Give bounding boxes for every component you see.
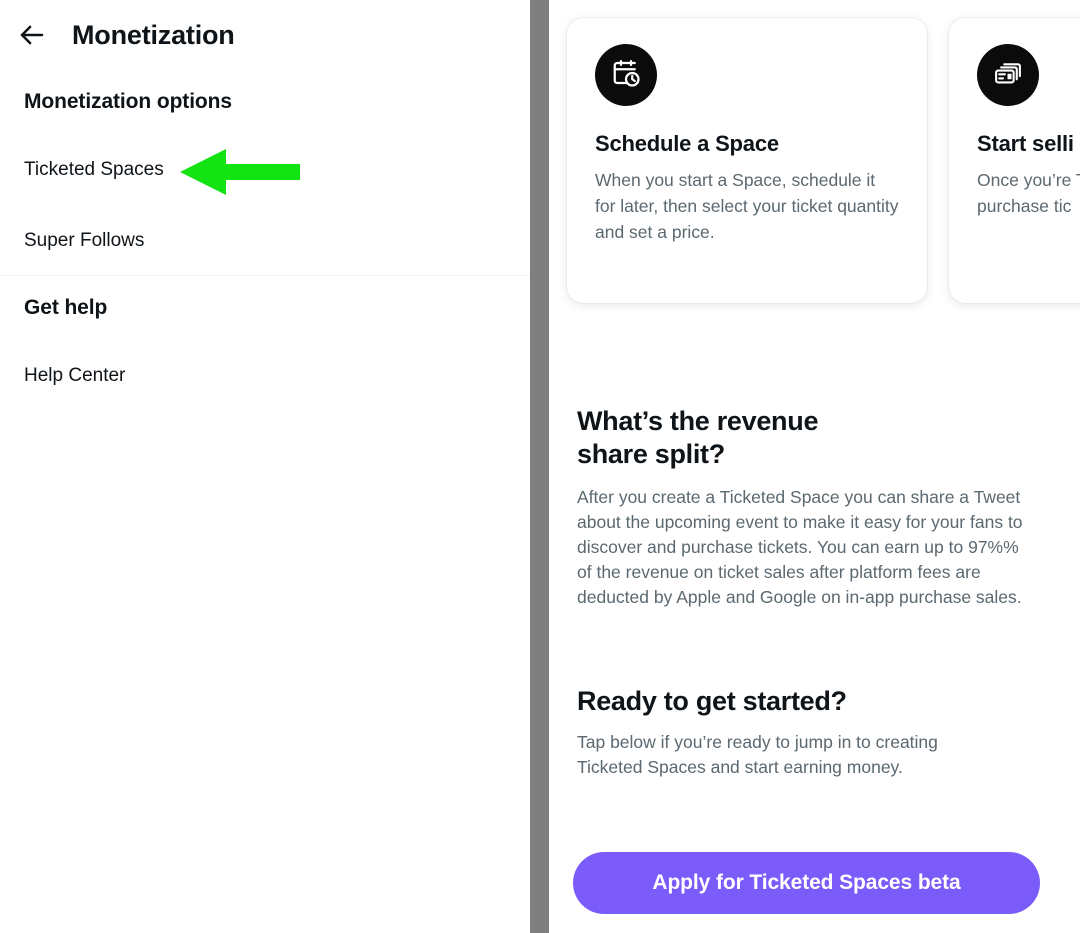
ticket-cards-icon-circle <box>977 44 1039 106</box>
ready-to-start-title: Ready to get started? <box>577 686 847 716</box>
panel-separator-strip <box>530 0 549 933</box>
revenue-share-section: What’s the revenue share split? After yo… <box>577 405 1047 610</box>
calendar-clock-icon <box>611 58 641 93</box>
info-card-body: Once you’re Ticketed Sp all of your fo p… <box>977 170 1080 216</box>
sidebar-header: Monetization <box>0 10 530 60</box>
monetization-sidebar: Monetization Monetization options Ticket… <box>0 0 530 933</box>
sidebar-item-help-center[interactable]: Help Center <box>24 365 125 387</box>
section-heading-get-help: Get help <box>24 296 108 319</box>
arrow-left-icon <box>17 20 47 50</box>
calendar-clock-icon-circle <box>595 44 657 106</box>
back-button[interactable] <box>8 11 56 59</box>
sidebar-item-super-follows[interactable]: Super Follows <box>24 230 144 252</box>
info-card-start-selling[interactable]: Start selli Once you’re Ticketed Sp all … <box>949 18 1080 303</box>
ready-to-start-section: Ready to get started? Tap below if you’r… <box>577 685 1047 780</box>
info-card-body: When you start a Space, schedule it for … <box>595 170 899 242</box>
arrow-left-annotation-icon <box>180 148 300 196</box>
revenue-share-text: After you create a Ticketed Space you ca… <box>577 487 1023 607</box>
section-heading-monetization-options: Monetization options <box>24 90 232 113</box>
apply-for-ticketed-spaces-beta-button[interactable]: Apply for Ticketed Spaces beta <box>573 852 1040 914</box>
info-card-title: Start selli <box>977 131 1074 156</box>
info-card-schedule-a-space[interactable]: Schedule a Space When you start a Space,… <box>567 18 927 303</box>
info-cards-row: Schedule a Space When you start a Space,… <box>567 18 1080 303</box>
ticketed-spaces-detail-panel: Schedule a Space When you start a Space,… <box>549 0 1080 933</box>
page-title: Monetization <box>72 19 235 50</box>
sidebar-item-ticketed-spaces[interactable]: Ticketed Spaces <box>24 159 164 181</box>
ticket-cards-icon <box>993 58 1023 93</box>
ready-to-start-text: Tap below if you’re ready to jump in to … <box>577 732 938 777</box>
sidebar-divider <box>0 275 530 276</box>
app-root: Monetization Monetization options Ticket… <box>0 0 1080 933</box>
info-card-title: Schedule a Space <box>595 131 779 156</box>
revenue-share-title: What’s the revenue share split? <box>577 406 819 469</box>
